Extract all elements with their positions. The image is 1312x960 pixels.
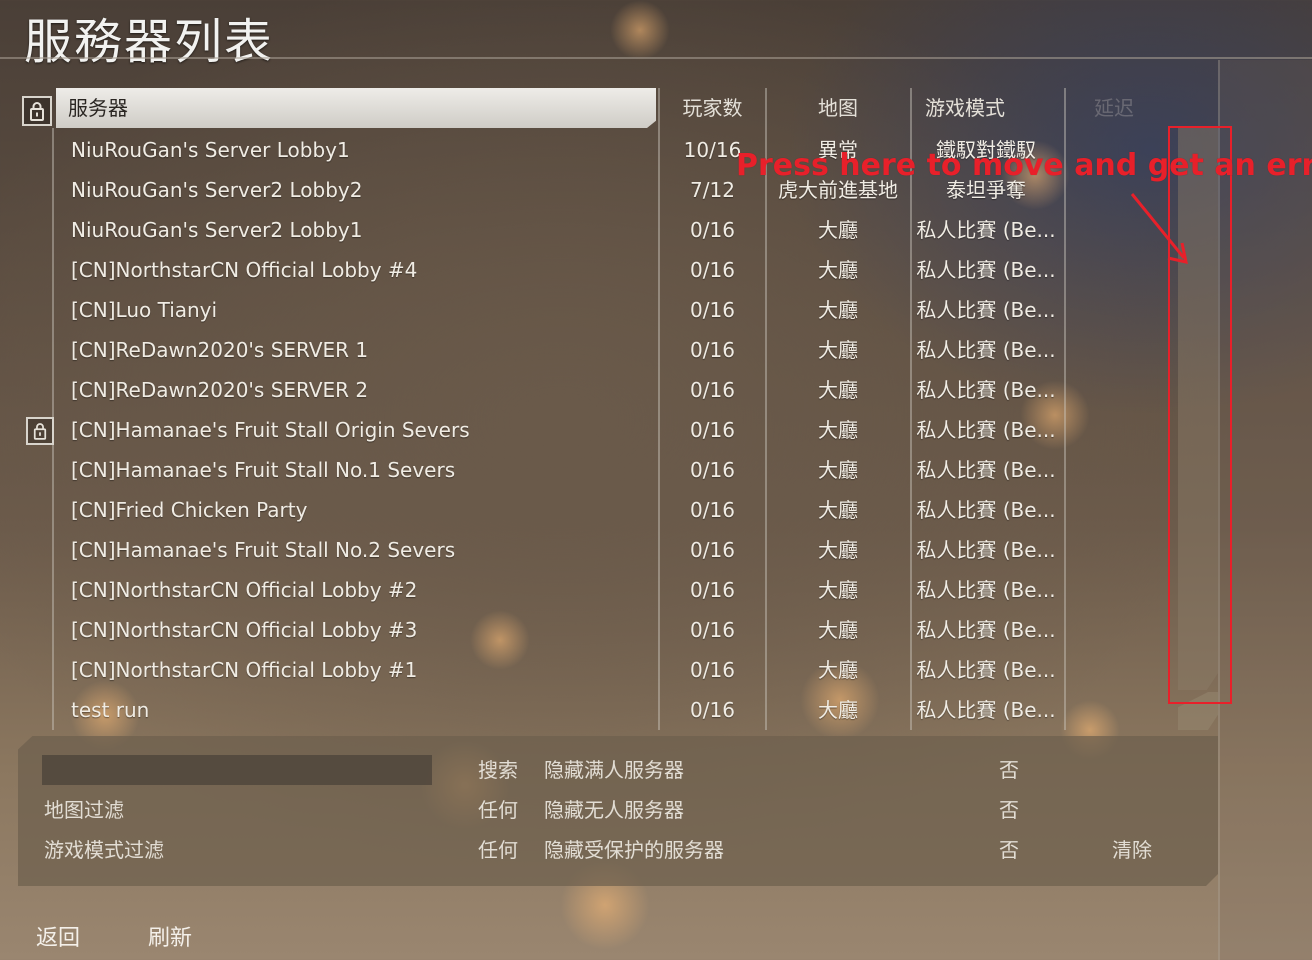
back-button[interactable]: 返回	[36, 924, 80, 954]
server-name: test run	[71, 698, 150, 722]
header-map[interactable]: 地图	[768, 88, 908, 128]
server-players: 0/16	[690, 298, 735, 322]
right-edge-panel	[1218, 60, 1312, 960]
server-mode: 私人比賽 (Be...	[916, 618, 1056, 642]
server-row[interactable]: [CN]Hamanae's Fruit Stall No.1 Severs 0/…	[56, 450, 1066, 490]
server-name: [CN]ReDawn2020's SERVER 1	[71, 338, 369, 362]
server-row[interactable]: [CN]Hamanae's Fruit Stall Origin Severs …	[26, 410, 1066, 450]
hide-protected-label: 隐藏受保护的服务器	[544, 838, 724, 862]
server-row[interactable]: NiuRouGan's Server2 Lobby1 0/16 大廳 私人比賽 …	[56, 210, 1066, 250]
server-name: [CN]Fried Chicken Party	[71, 498, 308, 522]
search-label: 搜索	[478, 758, 518, 782]
server-players: 0/16	[690, 578, 735, 602]
refresh-button[interactable]: 刷新	[148, 924, 192, 954]
clear-filters-button[interactable]: 清除	[1112, 835, 1152, 865]
server-row[interactable]: [CN]NorthstarCN Official Lobby #1 0/16 大…	[56, 650, 1066, 690]
map-filter-label: 地图过滤	[44, 798, 124, 822]
server-map: 大廳	[818, 258, 858, 282]
server-mode: 私人比賽 (Be...	[916, 378, 1056, 402]
arrow-icon	[1130, 193, 1188, 264]
server-mode: 私人比賽 (Be...	[916, 658, 1056, 682]
server-players: 0/16	[690, 258, 735, 282]
annotation-text: Press here to move and get an error	[736, 148, 1312, 183]
server-map: 大廳	[818, 578, 858, 602]
server-map: 大廳	[818, 338, 858, 362]
server-mode: 私人比賽 (Be...	[916, 538, 1056, 562]
server-name: [CN]Hamanae's Fruit Stall No.2 Severs	[71, 538, 456, 562]
server-players: 0/16	[690, 338, 735, 362]
lock-icon	[26, 417, 54, 445]
server-mode: 私人比賽 (Be...	[916, 498, 1056, 522]
lock-icon	[30, 102, 44, 121]
server-name: [CN]Hamanae's Fruit Stall Origin Severs	[71, 418, 470, 442]
server-map: 大廳	[818, 218, 858, 242]
mode-filter-value[interactable]: 任何	[478, 835, 518, 865]
server-mode: 私人比賽 (Be...	[916, 298, 1056, 322]
server-map: 大廳	[818, 698, 858, 722]
hide-full-label: 隐藏满人服务器	[544, 758, 684, 782]
server-name: [CN]NorthstarCN Official Lobby #1	[71, 658, 418, 682]
server-mode: 私人比賽 (Be...	[916, 458, 1056, 482]
server-mode: 私人比賽 (Be...	[916, 338, 1056, 362]
server-map: 大廳	[818, 298, 858, 322]
server-map: 大廳	[818, 658, 858, 682]
server-row[interactable]: [CN]Hamanae's Fruit Stall No.2 Severs 0/…	[56, 530, 1066, 570]
server-players: 0/16	[690, 498, 735, 522]
server-row[interactable]: [CN]NorthstarCN Official Lobby #3 0/16 大…	[56, 610, 1066, 650]
server-mode: 私人比賽 (Be...	[916, 258, 1056, 282]
header-mode[interactable]: 游戏模式	[911, 88, 1061, 128]
server-name: [CN]Luo Tianyi	[71, 298, 218, 322]
server-players: 0/16	[690, 378, 735, 402]
server-mode: 私人比賽 (Be...	[916, 698, 1056, 722]
server-map: 大廳	[818, 418, 858, 442]
server-players: 0/16	[690, 418, 735, 442]
server-players: 0/16	[690, 538, 735, 562]
server-players: 0/16	[690, 658, 735, 682]
server-name: [CN]ReDawn2020's SERVER 2	[71, 378, 369, 402]
server-list: NiuRouGan's Server Lobby1 10/16 異常 鐵馭對鐵馭…	[26, 130, 1076, 730]
server-name: NiuRouGan's Server Lobby1	[71, 138, 350, 162]
lock-filter-toggle[interactable]	[22, 96, 52, 126]
server-players: 0/16	[690, 218, 735, 242]
hide-full-toggle[interactable]: 否	[999, 755, 1019, 785]
server-map: 大廳	[818, 618, 858, 642]
hide-protected-toggle[interactable]: 否	[999, 835, 1019, 865]
server-name: [CN]NorthstarCN Official Lobby #3	[71, 618, 418, 642]
server-map: 大廳	[818, 378, 858, 402]
server-mode: 私人比賽 (Be...	[916, 218, 1056, 242]
header-server-name[interactable]: 服务器	[56, 88, 656, 128]
server-row[interactable]: [CN]ReDawn2020's SERVER 2 0/16 大廳 私人比賽 (…	[56, 370, 1066, 410]
server-mode: 私人比賽 (Be...	[916, 578, 1056, 602]
title-divider	[0, 57, 1312, 59]
server-row[interactable]: [CN]NorthstarCN Official Lobby #4 0/16 大…	[56, 250, 1066, 290]
server-players: 0/16	[690, 698, 735, 722]
server-row[interactable]: [CN]Fried Chicken Party 0/16 大廳 私人比賽 (Be…	[56, 490, 1066, 530]
server-map: 大廳	[818, 538, 858, 562]
server-mode: 私人比賽 (Be...	[916, 418, 1056, 442]
server-row[interactable]: [CN]Luo Tianyi 0/16 大廳 私人比賽 (Be...	[56, 290, 1066, 330]
header-players[interactable]: 玩家数	[660, 88, 765, 128]
hide-empty-toggle[interactable]: 否	[999, 795, 1019, 825]
server-map: 大廳	[818, 498, 858, 522]
mode-filter-label: 游戏模式过滤	[44, 838, 164, 862]
map-filter-value[interactable]: 任何	[478, 795, 518, 825]
server-name: NiuRouGan's Server2 Lobby1	[71, 218, 363, 242]
server-row[interactable]: [CN]NorthstarCN Official Lobby #2 0/16 大…	[56, 570, 1066, 610]
search-input[interactable]	[42, 755, 432, 785]
server-row[interactable]: [CN]ReDawn2020's SERVER 1 0/16 大廳 私人比賽 (…	[56, 330, 1066, 370]
server-name: NiuRouGan's Server2 Lobby2	[71, 178, 363, 202]
server-name: [CN]NorthstarCN Official Lobby #4	[71, 258, 418, 282]
hide-empty-label: 隐藏无人服务器	[544, 798, 684, 822]
server-players: 0/16	[690, 618, 735, 642]
bokeh-light	[610, 0, 670, 60]
server-name: [CN]NorthstarCN Official Lobby #2	[71, 578, 418, 602]
table-header: 服务器 玩家数 地图 游戏模式 延迟	[56, 88, 1216, 128]
server-name: [CN]Hamanae's Fruit Stall No.1 Severs	[71, 458, 456, 482]
server-players: 0/16	[690, 458, 735, 482]
page-title: 服務器列表	[24, 14, 275, 70]
header-ping[interactable]: 延迟	[1064, 88, 1164, 128]
server-row[interactable]: test run 0/16 大廳 私人比賽 (Be...	[56, 690, 1066, 730]
server-map: 大廳	[818, 458, 858, 482]
